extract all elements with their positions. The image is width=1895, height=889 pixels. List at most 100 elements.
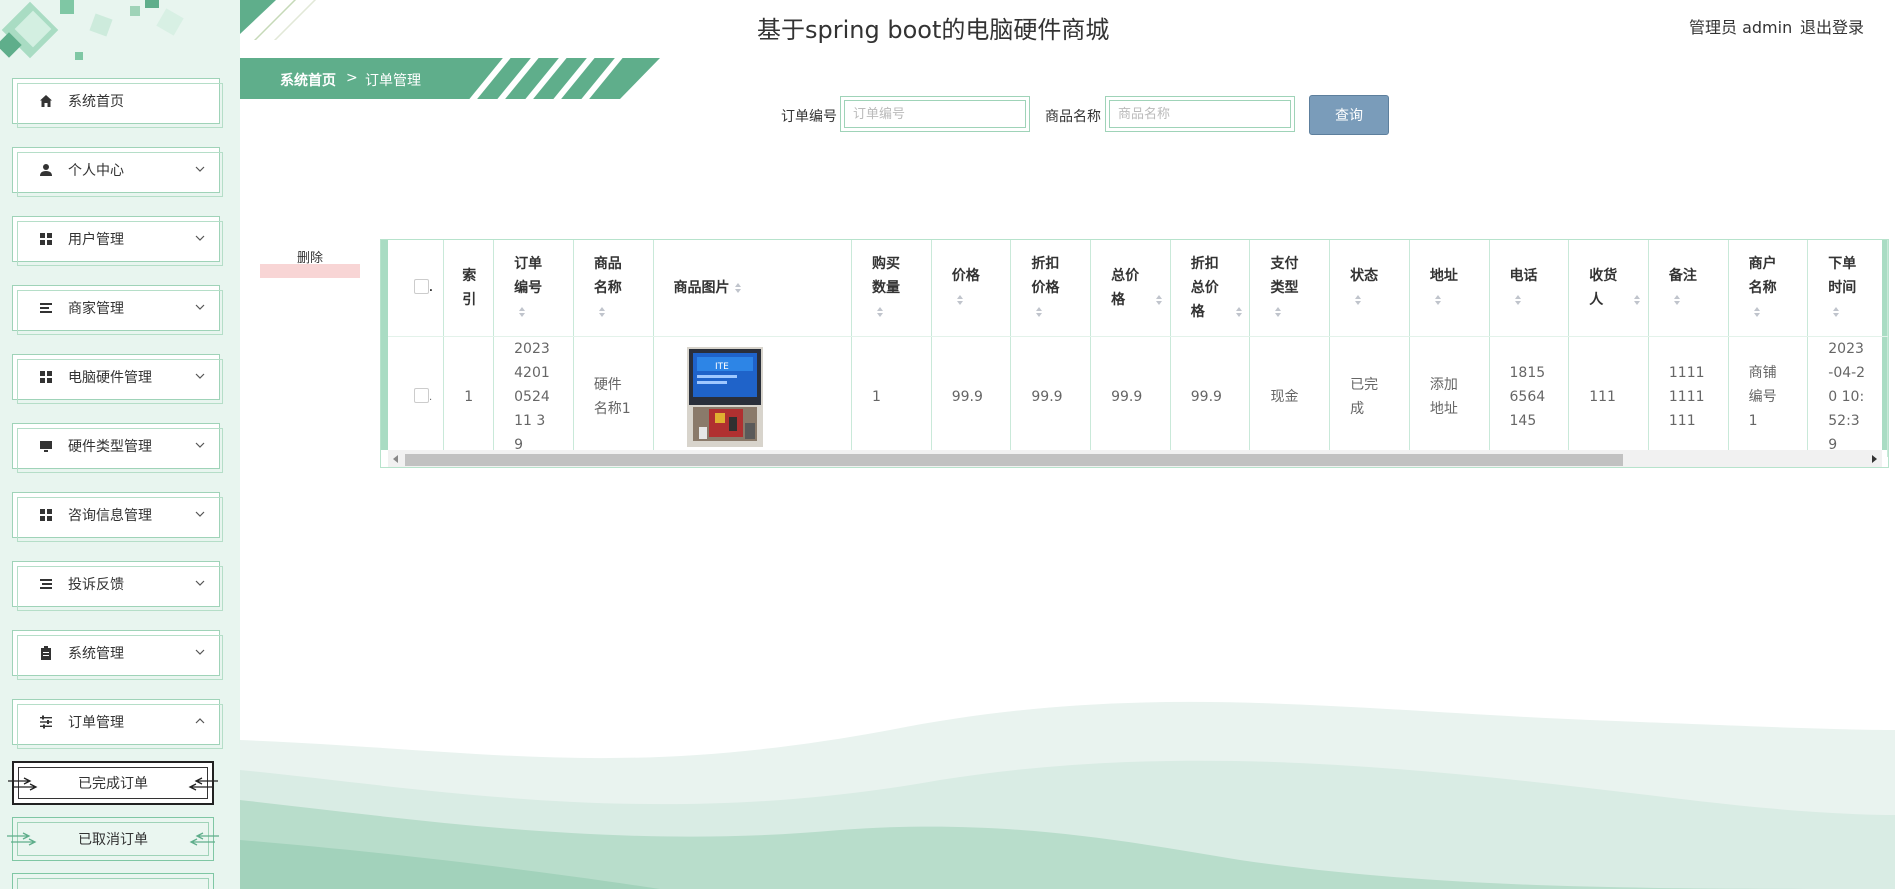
column-header-discount-price[interactable]: 折扣价格 xyxy=(1010,240,1092,337)
select-all-header[interactable]: . xyxy=(388,240,445,337)
cell-address: 添加地址 xyxy=(1409,336,1490,457)
site-title: 基于spring boot的电脑硬件商城 xyxy=(757,16,1110,44)
sidebar-decoration xyxy=(0,0,184,60)
list-icon xyxy=(38,576,54,592)
product-image[interactable]: ITE xyxy=(686,346,763,447)
breadcrumb-separator: > xyxy=(346,70,358,86)
cell-merchant: 商铺编号1 xyxy=(1728,336,1809,457)
submenu-completed-orders[interactable]: 已完成订单 xyxy=(8,761,218,805)
column-header-product-name[interactable]: 商品名称 xyxy=(573,240,654,337)
sliders-icon xyxy=(38,714,54,730)
column-header-status[interactable]: 状态 xyxy=(1329,240,1410,337)
scroll-left-icon[interactable] xyxy=(391,454,401,464)
sidebar-item-home[interactable]: 系统首页 xyxy=(12,78,223,128)
background-waves xyxy=(240,701,1895,889)
column-header-price[interactable]: 价格 xyxy=(931,240,1012,337)
column-header-index: 索引 xyxy=(443,240,495,337)
column-header-payment-type[interactable]: 支付类型 xyxy=(1249,240,1331,337)
sidebar-item-hardware-type-management[interactable]: 硬件类型管理 xyxy=(12,423,223,473)
sort-icon[interactable] xyxy=(734,282,742,294)
sort-icon[interactable] xyxy=(1514,294,1522,306)
sidebar-item-label: 系统管理 xyxy=(68,646,124,662)
row-checkbox[interactable] xyxy=(414,388,429,403)
sidebar-item-label: 用户管理 xyxy=(68,232,124,248)
chevron-down-icon xyxy=(195,304,205,310)
sidebar-item-complaint-feedback[interactable]: 投诉反馈 xyxy=(12,561,223,611)
scrollbar-thumb[interactable] xyxy=(405,454,1623,466)
table-left-border xyxy=(381,240,388,450)
monitor-icon xyxy=(38,438,54,454)
submenu-cancelled-orders[interactable]: 已取消订单 xyxy=(7,817,219,861)
cell-phone: 18156564145 xyxy=(1489,336,1570,457)
submenu-item-partial[interactable] xyxy=(12,873,214,889)
column-header-total-price[interactable]: 总价格 xyxy=(1090,240,1171,337)
cell-discount-total-price: 99.9 xyxy=(1170,336,1251,457)
column-header-receiver[interactable]: 收货人 xyxy=(1568,240,1649,337)
cell-discount-price: 99.9 xyxy=(1010,336,1092,457)
sidebar-item-label: 个人中心 xyxy=(68,163,124,179)
sort-icon[interactable] xyxy=(518,306,526,318)
cell-status: 已完成 xyxy=(1329,336,1410,457)
row-select-cell[interactable]: . xyxy=(388,336,445,457)
horizontal-scrollbar[interactable] xyxy=(388,450,1882,467)
sidebar-item-consultation-management[interactable]: 咨询信息管理 xyxy=(12,492,223,542)
sort-icon[interactable] xyxy=(876,306,884,318)
product-name-input[interactable] xyxy=(1109,100,1291,128)
column-header-phone[interactable]: 电话 xyxy=(1489,240,1570,337)
column-header-order-no[interactable]: 订单编号 xyxy=(493,240,574,337)
query-button[interactable]: 查询 xyxy=(1309,95,1389,135)
sidebar: 系统首页 个人中心 用户管理 商家管理 电脑硬件管理 硬件类型管理 咨询信息管理… xyxy=(0,0,240,889)
arrow-right-icon xyxy=(8,777,38,791)
grid-icon xyxy=(38,507,54,523)
sort-icon[interactable] xyxy=(1832,306,1840,318)
column-header-merchant[interactable]: 商户名称 xyxy=(1728,240,1809,337)
submenu-inner-border xyxy=(17,878,209,889)
sort-icon[interactable] xyxy=(1673,294,1681,306)
table-row[interactable]: . 1 20234201052411 39 硬件名称1 ITE 1 99.9 9… xyxy=(388,336,1888,457)
grid-icon xyxy=(38,369,54,385)
cell-total-price: 99.9 xyxy=(1090,336,1171,457)
sidebar-item-label: 系统首页 xyxy=(68,94,124,110)
sidebar-item-hardware-management[interactable]: 电脑硬件管理 xyxy=(12,354,223,404)
sidebar-item-user-management[interactable]: 用户管理 xyxy=(12,216,223,266)
logout-link[interactable]: 退出登录 xyxy=(1800,14,1864,38)
column-header-remark[interactable]: 备注 xyxy=(1648,240,1729,337)
select-all-checkbox[interactable] xyxy=(414,279,429,295)
column-header-discount-total-price[interactable]: 折扣总价格 xyxy=(1170,240,1251,337)
sort-icon[interactable] xyxy=(1753,306,1761,318)
sort-icon[interactable] xyxy=(1155,294,1163,306)
sort-icon[interactable] xyxy=(1633,294,1641,306)
sort-icon[interactable] xyxy=(1274,306,1282,318)
breadcrumb-home[interactable]: 系统首页 xyxy=(280,70,336,90)
user-icon xyxy=(38,162,54,178)
sidebar-item-personal-center[interactable]: 个人中心 xyxy=(12,147,223,197)
column-header-order-time[interactable]: 下单时间 xyxy=(1807,240,1888,337)
scroll-right-icon[interactable] xyxy=(1869,454,1879,464)
column-header-quantity[interactable]: 购买数量 xyxy=(851,240,932,337)
sidebar-item-label: 投诉反馈 xyxy=(68,577,124,593)
sort-icon[interactable] xyxy=(1235,306,1243,318)
submenu-label: 已完成订单 xyxy=(78,776,148,792)
sidebar-item-order-management[interactable]: 订单管理 xyxy=(12,699,223,749)
sort-icon[interactable] xyxy=(956,294,964,306)
sort-icon[interactable] xyxy=(1434,294,1442,306)
cell-index: 1 xyxy=(443,336,495,457)
sort-icon[interactable] xyxy=(1035,306,1043,318)
chevron-up-icon xyxy=(195,718,205,724)
column-header-address[interactable]: 地址 xyxy=(1409,240,1490,337)
arrow-right-icon xyxy=(7,832,37,846)
cell-product-image: ITE xyxy=(653,336,853,457)
sort-icon[interactable] xyxy=(1354,294,1362,306)
cell-remark: 11111111111 xyxy=(1648,336,1729,457)
column-header-product-image[interactable]: 商品图片 xyxy=(653,240,853,337)
delete-button[interactable]: 删除 xyxy=(260,250,360,278)
sidebar-item-system-management[interactable]: 系统管理 xyxy=(12,630,223,680)
order-no-input[interactable] xyxy=(844,100,1026,128)
sidebar-item-merchant-management[interactable]: 商家管理 xyxy=(12,285,223,335)
breadcrumb-current: 订单管理 xyxy=(365,73,421,89)
list-icon xyxy=(38,300,54,316)
chevron-down-icon xyxy=(195,649,205,655)
sort-icon[interactable] xyxy=(598,306,606,318)
arrow-left-icon xyxy=(188,777,218,791)
chevron-down-icon xyxy=(195,442,205,448)
